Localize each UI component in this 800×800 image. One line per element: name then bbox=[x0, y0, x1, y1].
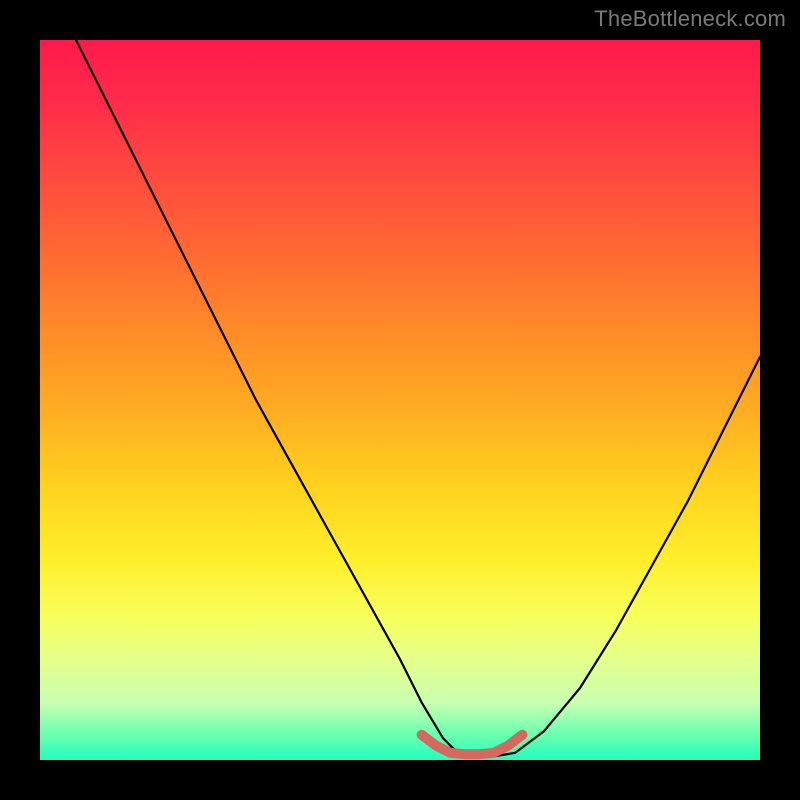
bottom-marker-path bbox=[422, 735, 523, 754]
watermark-text: TheBottleneck.com bbox=[594, 6, 786, 32]
curve-svg bbox=[40, 40, 760, 760]
main-curve-path bbox=[76, 40, 760, 756]
plot-area bbox=[40, 40, 760, 760]
chart-frame: TheBottleneck.com bbox=[0, 0, 800, 800]
